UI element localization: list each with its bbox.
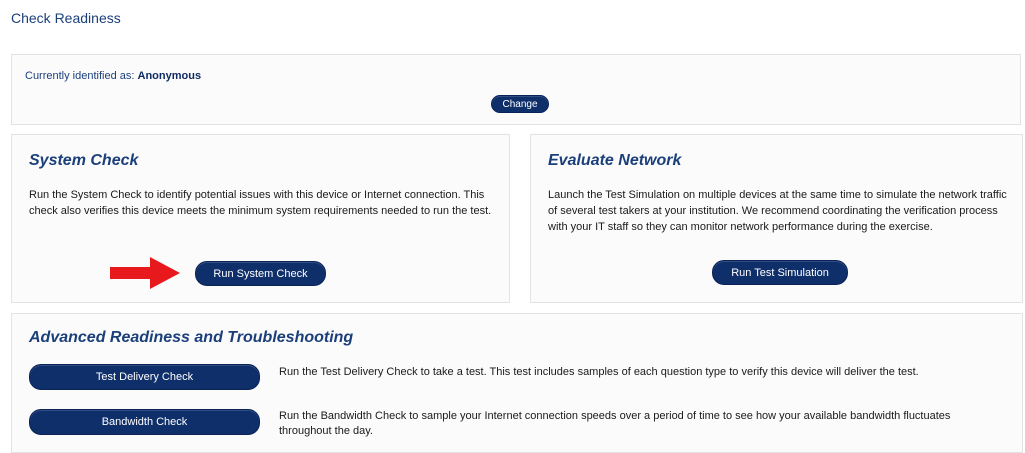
system-check-card: System Check Run the System Check to ide… bbox=[11, 134, 510, 303]
system-check-title: System Check bbox=[29, 152, 139, 169]
bandwidth-description: Run the Bandwidth Check to sample your I… bbox=[279, 410, 951, 437]
right-arrow-icon bbox=[110, 257, 180, 289]
evaluate-network-description: Launch the Test Simulation on multiple d… bbox=[548, 189, 1007, 233]
evaluate-network-title: Evaluate Network bbox=[548, 152, 682, 169]
run-system-check-button[interactable]: Run System Check bbox=[195, 261, 326, 286]
advanced-title: Advanced Readiness and Troubleshooting bbox=[29, 329, 354, 346]
run-test-simulation-button[interactable]: Run Test Simulation bbox=[712, 260, 848, 285]
system-check-description: Run the System Check to identify potenti… bbox=[29, 189, 492, 217]
identity-label: Currently identified as: bbox=[25, 70, 135, 82]
advanced-readiness-panel: Advanced Readiness and Troubleshooting T… bbox=[11, 313, 1023, 453]
evaluate-network-card: Evaluate Network Launch the Test Simulat… bbox=[530, 134, 1023, 303]
bandwidth-check-button[interactable]: Bandwidth Check bbox=[29, 409, 260, 435]
test-delivery-description: Run the Test Delivery Check to take a te… bbox=[279, 366, 919, 378]
identity-line: Currently identified as: Anonymous bbox=[25, 70, 201, 82]
change-button[interactable]: Change bbox=[491, 95, 549, 113]
page-title: Check Readiness bbox=[11, 10, 121, 26]
test-delivery-check-button[interactable]: Test Delivery Check bbox=[29, 364, 260, 390]
identity-name: Anonymous bbox=[137, 70, 202, 82]
identity-panel: Currently identified as: Anonymous Chang… bbox=[11, 54, 1021, 125]
